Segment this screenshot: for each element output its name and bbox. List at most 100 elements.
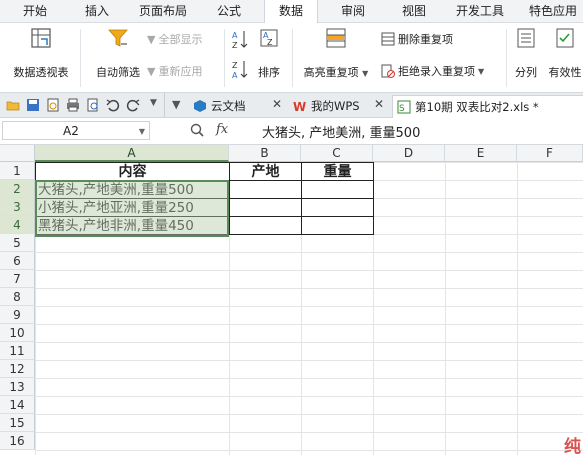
remove-duplicates-label: 删除重复项 xyxy=(398,33,453,46)
cell-b4[interactable] xyxy=(229,216,302,235)
sort-descending-button[interactable]: Z A xyxy=(232,59,248,79)
show-all-button[interactable]: ▼ 全部显示 xyxy=(147,31,202,47)
save-icon[interactable] xyxy=(26,98,40,112)
cell-b1[interactable]: 产地 xyxy=(229,162,302,181)
svg-text:A: A xyxy=(232,71,238,79)
grid-column-line xyxy=(445,162,446,455)
doc-tab-mywps[interactable]: W 我的WPS xyxy=(293,95,360,117)
row-header[interactable]: 7 xyxy=(0,270,35,288)
tab-developer[interactable]: 开发工具 xyxy=(452,0,508,22)
print-icon[interactable] xyxy=(66,98,80,112)
column-header-f[interactable]: F xyxy=(517,145,583,162)
ribbon-divider xyxy=(506,29,507,87)
doc-tab-label: 我的WPS xyxy=(311,99,360,113)
column-header-e[interactable]: E xyxy=(445,145,517,162)
row-header[interactable]: 9 xyxy=(0,306,35,324)
row-header[interactable]: 5 xyxy=(0,234,35,252)
watermark-glyph: 纯 xyxy=(564,437,581,457)
cell-a3[interactable]: 小猪头,产地亚洲,重量250 xyxy=(35,198,230,217)
column-header-d[interactable]: D xyxy=(373,145,445,162)
reject-duplicates-label: 拒绝录入重复项 xyxy=(398,65,475,78)
print-preview-icon[interactable] xyxy=(86,98,100,112)
row-header[interactable]: 2 xyxy=(0,180,35,198)
sort-button[interactable]: A Z 排序 xyxy=(254,27,284,80)
cell-a1[interactable]: 内容 xyxy=(35,162,230,181)
export-icon[interactable] xyxy=(46,98,60,112)
svg-text:Z: Z xyxy=(267,38,273,47)
sort-descending-icon: Z A xyxy=(232,61,248,79)
svg-text:W: W xyxy=(293,100,306,113)
redo-icon[interactable] xyxy=(126,98,140,112)
row-header[interactable]: 3 xyxy=(0,198,35,216)
tab-data[interactable]: 数据 xyxy=(264,0,318,23)
cloud-docs-icon xyxy=(194,100,206,112)
validity-button[interactable]: 有效性 xyxy=(545,27,583,80)
grid-column-line xyxy=(517,162,518,455)
select-all-corner[interactable] xyxy=(0,145,35,162)
formula-bar: A2 ▼ fx 大猪头, 产地美洲, 重量500 xyxy=(0,118,583,145)
tab-formulas[interactable]: 公式 xyxy=(212,0,246,22)
chevron-down-icon[interactable]: ▼ xyxy=(172,98,180,111)
pivot-table-button[interactable]: 数据透视表 xyxy=(8,27,74,80)
row-header[interactable]: 11 xyxy=(0,342,35,360)
cell-c1[interactable]: 重量 xyxy=(301,162,374,181)
highlight-duplicates-button[interactable]: 高亮重复项 ▼ xyxy=(298,27,374,80)
chevron-down-icon[interactable]: ▼ xyxy=(139,122,145,141)
cell-a2[interactable]: 大猪头,产地美洲,重量500 xyxy=(35,180,230,199)
row-header[interactable]: 14 xyxy=(0,396,35,414)
row-header[interactable]: 6 xyxy=(0,252,35,270)
tab-home[interactable]: 开始 xyxy=(18,0,52,22)
doc-tab-cloud[interactable]: 云文档 xyxy=(193,95,246,117)
tab-review[interactable]: 审阅 xyxy=(336,0,370,22)
undo-icon[interactable] xyxy=(106,98,120,112)
name-box[interactable]: A2 ▼ xyxy=(2,121,150,140)
svg-text:A: A xyxy=(232,31,238,40)
cell-c2[interactable] xyxy=(301,180,374,199)
validity-icon xyxy=(556,28,574,48)
column-header-c[interactable]: C xyxy=(301,145,373,162)
row-header[interactable]: 4 xyxy=(0,216,35,234)
doc-tab-active-workbook[interactable]: S 第10期 双表比对2.xls * xyxy=(392,95,583,118)
cell-b2[interactable] xyxy=(229,180,302,199)
sort-label: 排序 xyxy=(258,66,280,79)
highlight-duplicates-icon xyxy=(326,28,346,48)
row-header[interactable]: 10 xyxy=(0,324,35,342)
cell-c4[interactable] xyxy=(301,216,374,235)
insert-function-button[interactable]: fx xyxy=(216,122,228,137)
cell-a4[interactable]: 黑猪头,产地非洲,重量450 xyxy=(35,216,230,235)
autofilter-button[interactable]: 自动筛选 xyxy=(92,27,144,80)
tab-view[interactable]: 视图 xyxy=(397,0,431,22)
row-header[interactable]: 15 xyxy=(0,414,35,432)
zoom-search-icon[interactable] xyxy=(190,123,204,137)
pivot-table-label: 数据透视表 xyxy=(13,66,69,79)
column-header-a[interactable]: A xyxy=(35,145,229,162)
open-folder-icon[interactable] xyxy=(6,98,20,112)
svg-text:Z: Z xyxy=(232,41,238,49)
reapply-button[interactable]: ▼ 重新应用 xyxy=(147,63,202,79)
filter-icon xyxy=(108,29,128,47)
reject-duplicates-button[interactable]: 拒绝录入重复项 ▼ xyxy=(381,63,484,79)
close-icon[interactable]: ✕ xyxy=(272,97,282,111)
formula-input[interactable]: 大猪头, 产地美洲, 重量500 xyxy=(262,122,420,141)
cell-c3[interactable] xyxy=(301,198,374,217)
cell-b3[interactable] xyxy=(229,198,302,217)
row-header[interactable]: 8 xyxy=(0,288,35,306)
tab-special-apps[interactable]: 特色应用 xyxy=(523,0,583,22)
row-header[interactable]: 1 xyxy=(0,162,35,180)
tab-insert[interactable]: 插入 xyxy=(80,0,114,22)
ribbon-divider xyxy=(292,29,293,87)
row-header[interactable]: 16 xyxy=(0,432,35,450)
validity-label: 有效性 xyxy=(548,66,582,79)
row-header[interactable]: 12 xyxy=(0,360,35,378)
pivot-table-icon xyxy=(31,28,51,48)
doc-tab-label: 云文档 xyxy=(211,99,246,113)
sort-ascending-icon: A Z xyxy=(232,31,248,49)
close-icon[interactable]: ✕ xyxy=(374,97,384,111)
sort-ascending-button[interactable]: A Z xyxy=(232,29,248,49)
row-header[interactable]: 13 xyxy=(0,378,35,396)
remove-duplicates-button[interactable]: 删除重复项 xyxy=(381,31,453,47)
split-columns-button[interactable]: 分列 xyxy=(511,27,541,80)
chevron-down-icon[interactable]: ▼ xyxy=(150,98,157,108)
tab-page-layout[interactable]: 页面布局 xyxy=(137,0,189,22)
column-header-b[interactable]: B xyxy=(229,145,301,162)
